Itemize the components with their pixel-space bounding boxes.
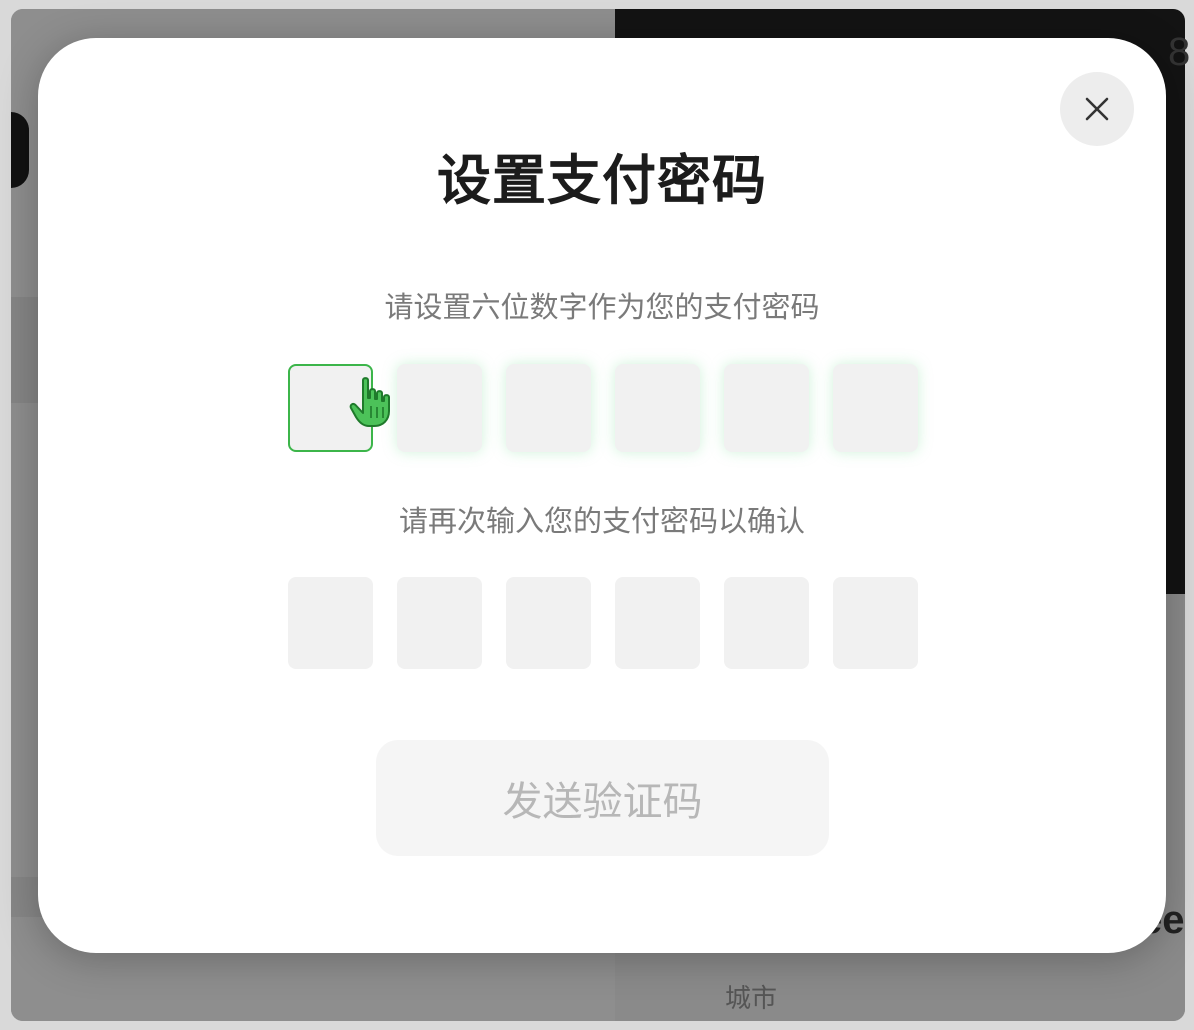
password-digit-4[interactable] — [615, 364, 700, 452]
password-digit-1[interactable] — [288, 364, 373, 452]
confirm-digit-2[interactable] — [397, 577, 482, 669]
password-digit-5[interactable] — [724, 364, 809, 452]
confirm-digit-5[interactable] — [724, 577, 809, 669]
password-digit-3[interactable] — [506, 364, 591, 452]
set-payment-password-dialog: 设置支付密码 请设置六位数字作为您的支付密码 请再次输入您的支付密码以确认 发送… — [38, 38, 1166, 953]
set-password-prompt: 请设置六位数字作为您的支付密码 — [384, 290, 820, 324]
confirm-password-input-group — [288, 577, 918, 669]
confirm-digit-6[interactable] — [833, 577, 918, 669]
dialog-title: 设置支付密码 — [437, 149, 767, 212]
close-icon — [1085, 97, 1109, 121]
background-city-label: 城市 — [725, 984, 778, 1014]
confirm-digit-4[interactable] — [615, 577, 700, 669]
set-password-input-group — [288, 364, 918, 452]
confirm-digit-3[interactable] — [506, 577, 591, 669]
close-button[interactable] — [1060, 72, 1134, 146]
send-verification-code-button[interactable]: 发送验证码 — [376, 740, 829, 856]
password-digit-2[interactable] — [397, 364, 482, 452]
password-digit-6[interactable] — [833, 364, 918, 452]
background-pill-shape — [11, 112, 29, 188]
confirm-password-prompt: 请再次输入您的支付密码以确认 — [398, 504, 805, 538]
background-partial-text: 8 — [1168, 30, 1191, 74]
confirm-digit-1[interactable] — [288, 577, 373, 669]
